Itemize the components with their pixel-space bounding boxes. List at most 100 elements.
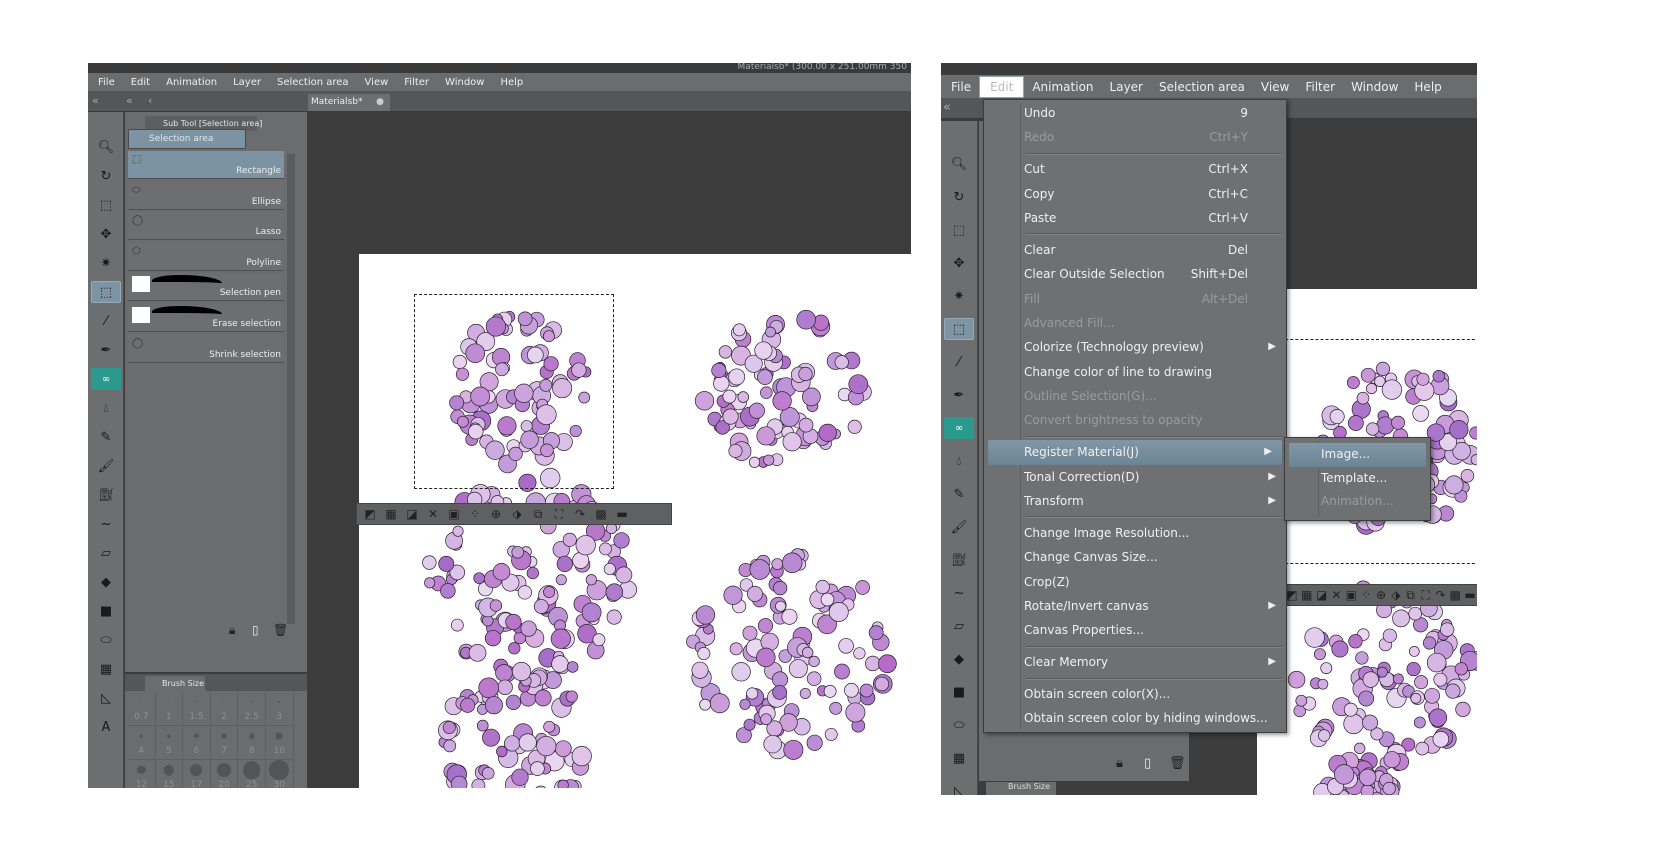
launcher-button-icon[interactable]: ▦: [382, 505, 400, 523]
pen-icon[interactable]: ✒: [944, 384, 974, 406]
menu-layer[interactable]: Layer: [225, 77, 269, 88]
frame-icon[interactable]: ▦: [944, 747, 974, 769]
launcher-button-icon[interactable]: ⁘: [1360, 586, 1372, 604]
selection-marquee[interactable]: [414, 294, 614, 489]
menu-item-obtain-screen-color-x[interactable]: Obtain screen color(X)...: [984, 682, 1286, 706]
menu-view[interactable]: View: [357, 77, 397, 88]
auto-select-icon[interactable]: ✷: [91, 252, 121, 274]
brush-size-option[interactable]: 4: [128, 726, 156, 760]
subtool-erase-selection[interactable]: Erase selection: [128, 304, 284, 332]
selection-icon[interactable]: ⬚: [944, 318, 974, 340]
brush-size-option[interactable]: 7: [210, 726, 239, 760]
launcher-button-icon[interactable]: ▣: [445, 505, 463, 523]
menu-file[interactable]: File: [90, 77, 123, 88]
menu-item-undo[interactable]: Undo 9: [984, 101, 1286, 125]
menu-item-copy[interactable]: Copy Ctrl+C: [984, 182, 1286, 206]
ruler-icon[interactable]: ◺: [944, 780, 974, 796]
brush-size-option[interactable]: 8: [238, 726, 266, 760]
launcher-button-icon[interactable]: ▩: [592, 505, 610, 523]
collapse-icon[interactable]: «: [943, 100, 951, 115]
brush-size-option[interactable]: 1: [155, 692, 184, 726]
menu-animation[interactable]: Animation: [158, 77, 225, 88]
menu-window[interactable]: Window: [437, 77, 492, 88]
launcher-button-icon[interactable]: ↷: [1434, 586, 1446, 604]
subtool-lasso[interactable]: ◯ Lasso: [128, 212, 284, 241]
menu-selection-area[interactable]: Selection area: [269, 77, 357, 88]
launcher-button-icon[interactable]: ▬: [613, 505, 631, 523]
submenu-item-animation[interactable]: Animation...: [1285, 490, 1430, 514]
subtool-polyline[interactable]: ⬠ Polyline: [128, 242, 284, 271]
brush-size-option[interactable]: 0.7: [128, 692, 156, 726]
collapse-icon[interactable]: «: [92, 94, 99, 107]
airbrush-icon[interactable]: ⛽︎: [944, 549, 974, 571]
back-icon[interactable]: ‹: [148, 94, 152, 107]
menu-edit[interactable]: Edit: [123, 77, 158, 88]
object-icon[interactable]: ⬚: [944, 219, 974, 241]
menu-help[interactable]: Help: [1406, 80, 1449, 94]
brush-icon[interactable]: 🖌︎: [91, 455, 121, 477]
pencil-icon[interactable]: ✎: [944, 483, 974, 505]
new-subtool-icon[interactable]: ▯: [252, 623, 259, 637]
collapse-icon[interactable]: «: [126, 94, 133, 107]
menu-item-change-color-of-line-to-drawing[interactable]: Change color of line to drawing: [984, 360, 1286, 384]
pencil-icon[interactable]: ✎: [91, 426, 121, 448]
frame-icon[interactable]: ▦: [91, 658, 121, 680]
smudge-icon[interactable]: ~: [91, 513, 121, 535]
menu-edit[interactable]: Edit: [979, 75, 1025, 98]
menu-filter[interactable]: Filter: [1297, 80, 1343, 94]
rotate-icon[interactable]: ↻: [944, 186, 974, 208]
menu-item-advanced-fill[interactable]: Advanced Fill...: [984, 311, 1286, 335]
menu-item-cut[interactable]: Cut Ctrl+X: [984, 157, 1286, 181]
subtool-ellipse[interactable]: ⬭ Ellipse: [128, 181, 284, 210]
brush-size-tab[interactable]: Brush Size: [145, 676, 205, 691]
menu-item-paste[interactable]: Paste Ctrl+V: [984, 206, 1286, 230]
launcher-button-icon[interactable]: ⧉: [1405, 586, 1417, 604]
brush-size-option[interactable]: 1.5: [183, 692, 211, 726]
brush-size-option[interactable]: 30: [266, 760, 294, 788]
selection-icon[interactable]: ⬚: [91, 281, 121, 303]
menu-item-clear[interactable]: Clear Del: [984, 238, 1286, 262]
menu-item-change-canvas-size[interactable]: Change Canvas Size...: [984, 545, 1286, 569]
figure-icon[interactable]: ⬭: [91, 629, 121, 651]
launcher-button-icon[interactable]: ◪: [1316, 586, 1328, 604]
object-icon[interactable]: ⬚: [91, 194, 121, 216]
tab-close-icon[interactable]: ●: [376, 94, 384, 111]
launcher-button-icon[interactable]: ▩: [1449, 586, 1461, 604]
subtool-selection-pen[interactable]: Selection pen: [128, 273, 284, 302]
brush-size-option[interactable]: 3: [265, 692, 294, 726]
canvas[interactable]: [1257, 289, 1477, 795]
launcher-button-icon[interactable]: ◪: [403, 505, 421, 523]
airbrush-icon[interactable]: ⛽︎: [91, 484, 121, 506]
zoom-icon[interactable]: 🔍︎: [944, 153, 974, 175]
text-icon[interactable]: A: [91, 716, 121, 738]
launcher-button-icon[interactable]: ▦: [1301, 586, 1313, 604]
launcher-button-icon[interactable]: ◩: [1286, 586, 1298, 604]
brush-size-option[interactable]: 5: [155, 726, 184, 760]
launcher-button-icon[interactable]: ▬: [1464, 586, 1476, 604]
move-layer-icon[interactable]: ✥: [944, 252, 974, 274]
menu-file[interactable]: File: [943, 80, 979, 94]
brush-size-option[interactable]: 15: [156, 760, 184, 788]
menu-item-rotate-invert-canvas[interactable]: Rotate/Invert canvas ▶: [984, 594, 1286, 618]
brush-size-option[interactable]: 12: [128, 760, 156, 788]
blend-icon[interactable]: 💧︎: [944, 450, 974, 472]
launcher-button-icon[interactable]: ✕: [1331, 586, 1343, 604]
rotate-icon[interactable]: ↻: [91, 165, 121, 187]
menu-item-change-image-resolution[interactable]: Change Image Resolution...: [984, 521, 1286, 545]
brush-size-option[interactable]: 2: [210, 692, 239, 726]
pen-icon[interactable]: ✒: [91, 339, 121, 361]
menu-item-register-material-j[interactable]: Register Material(J) ▶: [988, 440, 1282, 465]
menu-animation[interactable]: Animation: [1024, 80, 1101, 94]
document-tab[interactable]: Materialsb* ●: [308, 94, 390, 111]
launcher-button-icon[interactable]: ⧉: [529, 505, 547, 523]
smudge-icon[interactable]: ~: [944, 582, 974, 604]
brush-size-tab[interactable]: Brush Size: [986, 782, 1056, 795]
menu-item-obtain-screen-color-by-hiding-windows[interactable]: Obtain screen color by hiding windows...: [984, 706, 1286, 730]
menu-filter[interactable]: Filter: [396, 77, 437, 88]
brush-size-option[interactable]: 17: [183, 760, 211, 788]
menu-item-crop-z[interactable]: Crop(Z): [984, 570, 1286, 594]
menu-item-canvas-properties[interactable]: Canvas Properties...: [984, 618, 1286, 642]
menu-item-convert-brightness-to-opacity[interactable]: Convert brightness to opacity: [984, 408, 1286, 432]
launcher-button-icon[interactable]: ↷: [571, 505, 589, 523]
launcher-button-icon[interactable]: ✕: [424, 505, 442, 523]
